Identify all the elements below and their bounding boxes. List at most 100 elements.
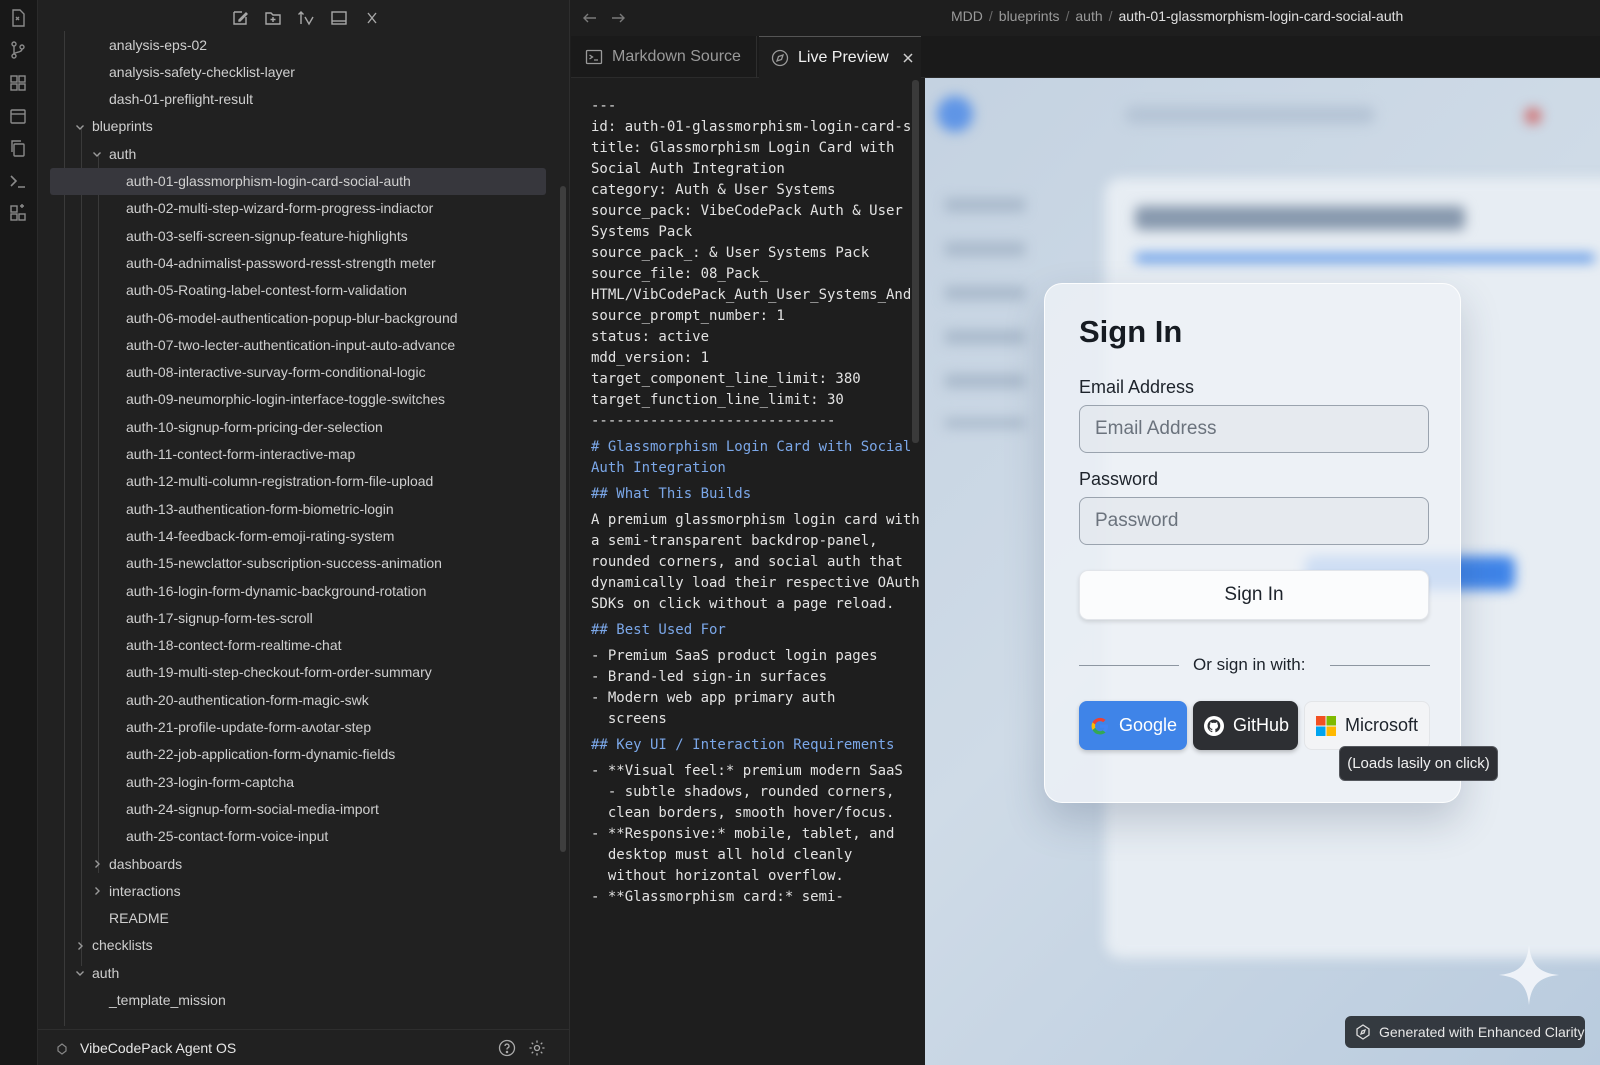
tree-item-label: auth-06-model-authentication-popup-blur-…: [126, 309, 458, 326]
tree-file[interactable]: auth-07-two-lecter-authentication-input-…: [38, 331, 550, 358]
close-icon[interactable]: [901, 51, 915, 65]
tree-item-label: auth-12-multi-column-registration-form-f…: [126, 473, 434, 490]
tree-folder[interactable]: auth: [38, 140, 550, 167]
compass-icon: [1355, 1024, 1371, 1040]
blurred-heading: [1135, 206, 1465, 230]
sort-icon[interactable]: [294, 6, 318, 30]
tree-folder[interactable]: interactions: [38, 877, 550, 904]
tree-file[interactable]: auth-09-neumorphic-login-interface-toggl…: [38, 386, 550, 413]
tree-folder[interactable]: auth: [38, 959, 550, 986]
github-button[interactable]: GitHub: [1193, 701, 1298, 750]
tree-file[interactable]: auth-01-glassmorphism-login-card-social-…: [50, 167, 546, 195]
tree-item-label: auth-18-contect-form-realtime-chat: [126, 637, 342, 654]
tree-file[interactable]: auth-23-login-form-captcha: [38, 768, 550, 795]
collapse-panel-icon[interactable]: [327, 6, 351, 30]
email-field[interactable]: [1079, 405, 1429, 453]
tree-file[interactable]: auth-22-job-application-form-dynamic-fie…: [38, 741, 550, 768]
tree-file[interactable]: dash-01-preflight-result: [38, 86, 550, 113]
help-icon[interactable]: [498, 1039, 516, 1057]
tree-file[interactable]: auth-16-login-form-dynamic-background-ro…: [38, 577, 550, 604]
breadcrumb-current[interactable]: auth-01-glassmorphism-login-card-social-…: [1119, 8, 1404, 24]
tree-file[interactable]: auth-10-signup-form-pricing-der-selectio…: [38, 413, 550, 440]
tree-file[interactable]: auth-24-signup-form-social-media-import: [38, 795, 550, 822]
file-explorer: analysis-eps-02 analysis-safety-checklist…: [38, 0, 570, 1065]
tree-file[interactable]: auth-25-contact-form-voice-input: [38, 823, 550, 850]
tree-file[interactable]: auth-21-profile-update-form-aʌotar-step: [38, 714, 550, 741]
tree-file[interactable]: analysis-safety-checklist-layer: [38, 58, 550, 85]
chevron-down-icon[interactable]: [74, 121, 86, 133]
password-field[interactable]: [1079, 497, 1429, 545]
markdown-editor[interactable]: --- id: auth-01-glassmorphism-login-card-…: [571, 78, 925, 1065]
code-line: - subtle shadows, rounded corners,: [591, 784, 895, 800]
chevron-right-icon[interactable]: [74, 940, 86, 952]
editor-scrollbar[interactable]: [912, 80, 919, 443]
code-line: desktop must all hold cleanly: [591, 847, 853, 863]
tree-item-label: interactions: [109, 882, 181, 899]
code-line: - **Glassmorphism card:* semi-: [591, 889, 844, 905]
blurred-search-bar: [1125, 106, 1375, 124]
tree-file[interactable]: auth-13-authentication-form-biometric-lo…: [38, 495, 550, 522]
badge-text: Generated with Enhanced Clarity: [1379, 1024, 1585, 1040]
code-line: rounded corners, and social auth that: [591, 554, 903, 570]
tab-markdown-source[interactable]: Markdown Source: [573, 36, 757, 78]
new-folder-icon[interactable]: [261, 6, 285, 30]
tree-file[interactable]: auth-15-newclattor-subscription-success-…: [38, 550, 550, 577]
tree-file[interactable]: auth-06-model-authentication-popup-blur-…: [38, 304, 550, 331]
vault-name[interactable]: VibeCodePack Agent OS: [80, 1040, 236, 1056]
code-line: - Modern web app primary auth: [591, 690, 836, 706]
grid-icon[interactable]: [8, 73, 28, 93]
tree-file[interactable]: auth-17-signup-form-tes-scroll: [38, 604, 550, 631]
tree-file[interactable]: auth-14-feedback-form-emoji-rating-syste…: [38, 522, 550, 549]
tree-file[interactable]: analysis-eps-02: [38, 31, 550, 58]
code-line: mdd_version: 1: [591, 350, 710, 366]
tree-file[interactable]: auth-04-adnimalist-password-resst-streng…: [38, 249, 550, 276]
tab-live-preview[interactable]: Live Preview: [759, 36, 921, 78]
terminal-icon: [585, 48, 603, 66]
blocks-icon[interactable]: [8, 203, 28, 223]
forward-arrow-icon[interactable]: [609, 9, 627, 27]
tree-folder[interactable]: blueprints: [38, 113, 550, 140]
breadcrumb-root[interactable]: MDD: [951, 8, 983, 24]
code-line: - **Visual feel:* premium modern SaaS: [591, 763, 903, 779]
chevron-down-icon[interactable]: [74, 967, 86, 979]
code-line: ---: [591, 98, 617, 114]
chevron-right-icon[interactable]: [91, 885, 103, 897]
code-line: id: auth-01-glassmorphism-login-card-s: [591, 119, 912, 135]
settings-icon[interactable]: [528, 1039, 546, 1057]
tree-file[interactable]: auth-20-authentication-form-magic-swk: [38, 686, 550, 713]
tree-file[interactable]: auth-11-contect-form-interactive-map: [38, 441, 550, 468]
chevron-down-icon[interactable]: [91, 148, 103, 160]
tree-file[interactable]: _template_mission: [38, 987, 550, 1014]
code-line: dynamically load their respective OAuth: [591, 575, 920, 591]
git-branch-icon[interactable]: [8, 40, 28, 60]
breadcrumb-blueprints[interactable]: blueprints: [999, 8, 1060, 24]
tree-file[interactable]: auth-18-contect-form-realtime-chat: [38, 632, 550, 659]
back-arrow-icon[interactable]: [581, 9, 599, 27]
copy-icon[interactable]: [8, 138, 28, 158]
terminal-icon[interactable]: [8, 171, 28, 191]
tree-file[interactable]: auth-02-multi-step-wizard-form-progress-…: [38, 195, 550, 222]
tree-folder[interactable]: dashboards: [38, 850, 550, 877]
tree-file[interactable]: auth-12-multi-column-registration-form-f…: [38, 468, 550, 495]
chevron-right-icon[interactable]: [91, 858, 103, 870]
tree-file[interactable]: README: [38, 905, 550, 932]
microsoft-button[interactable]: Microsoft: [1304, 701, 1430, 750]
login-title: Sign In: [1079, 314, 1183, 349]
tree-file[interactable]: auth-08-interactive-survay-form-conditio…: [38, 359, 550, 386]
breadcrumb-separator: /: [988, 8, 993, 24]
sidebar-scrollbar[interactable]: [560, 186, 566, 852]
google-button[interactable]: Google: [1079, 701, 1187, 750]
tree-item-label: auth-22-job-application-form-dynamic-fie…: [126, 746, 396, 763]
code-line: source_file: 08_Pack_: [591, 266, 769, 282]
breadcrumb-auth[interactable]: auth: [1075, 8, 1102, 24]
tree-file[interactable]: auth-05-Roating-label-contest-form-valid…: [38, 277, 550, 304]
tree-file[interactable]: auth-03-selfi-screen-signup-feature-high…: [38, 222, 550, 249]
compass-icon: [771, 49, 789, 67]
tree-folder[interactable]: checklists: [38, 932, 550, 959]
new-note-icon[interactable]: [228, 6, 252, 30]
tree-file[interactable]: auth-19-multi-step-checkout-form-order-s…: [38, 659, 550, 686]
calendar-icon[interactable]: [8, 106, 28, 126]
sign-in-button[interactable]: Sign In: [1079, 570, 1429, 620]
files-icon[interactable]: [8, 8, 28, 28]
close-all-icon[interactable]: [360, 6, 384, 30]
